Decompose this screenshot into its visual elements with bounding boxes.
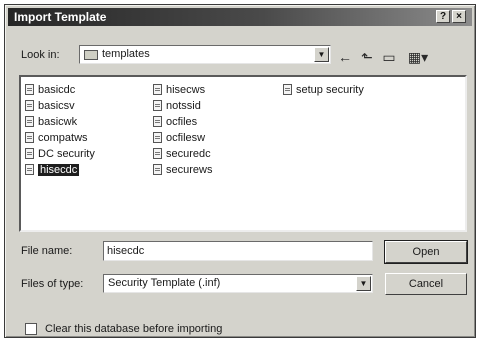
files-of-type-dropdown[interactable]: Security Template (.inf) ▼ xyxy=(103,274,373,293)
open-button[interactable]: Open xyxy=(384,240,468,264)
file-item-basicwk[interactable]: basicwk xyxy=(25,115,77,130)
template-file-icon xyxy=(153,148,162,159)
template-file-icon xyxy=(25,164,34,175)
file-name-label: File name: xyxy=(21,245,73,257)
template-file-icon xyxy=(153,132,162,143)
template-file-icon xyxy=(25,84,34,95)
file-item-dc-security[interactable]: DC security xyxy=(25,147,95,162)
look-in-label: Look in: xyxy=(21,49,60,61)
file-list[interactable]: basicdc basicsv basicwk compatws DC secu… xyxy=(19,75,467,232)
files-of-type-value: Security Template (.inf) xyxy=(108,277,221,289)
clear-database-checkbox[interactable] xyxy=(25,323,37,335)
clear-database-label: Clear this database before importing xyxy=(45,323,223,335)
file-item-basicsv[interactable]: basicsv xyxy=(25,99,75,114)
dialog-title: Import Template xyxy=(14,10,107,24)
back-icon[interactable]: ← xyxy=(337,49,353,65)
look-in-dropdown[interactable]: templates ▼ xyxy=(79,45,331,64)
files-of-type-label: Files of type: xyxy=(21,278,84,290)
template-file-icon xyxy=(283,84,292,95)
template-file-icon xyxy=(153,100,162,111)
file-name-value: hisecdc xyxy=(107,245,145,257)
template-file-icon xyxy=(153,116,162,127)
file-name-input[interactable]: hisecdc xyxy=(103,241,373,261)
title-bar[interactable]: Import Template ? × xyxy=(8,8,472,26)
file-item-compatws[interactable]: compatws xyxy=(25,131,88,146)
chevron-down-icon[interactable]: ▼ xyxy=(314,47,329,62)
look-in-value: templates xyxy=(102,48,150,60)
template-file-icon xyxy=(25,132,34,143)
close-button[interactable]: × xyxy=(452,10,466,23)
new-folder-icon[interactable]: ▭ xyxy=(381,49,397,65)
template-file-icon xyxy=(153,164,162,175)
file-item-basicdc[interactable]: basicdc xyxy=(25,83,75,98)
file-item-setup-security[interactable]: setup security xyxy=(283,83,364,98)
help-button[interactable]: ? xyxy=(436,10,450,23)
file-item-ocfilesw[interactable]: ocfilesw xyxy=(153,131,205,146)
template-file-icon xyxy=(25,148,34,159)
file-item-securedc[interactable]: securedc xyxy=(153,147,211,162)
file-item-ocfiles[interactable]: ocfiles xyxy=(153,115,197,130)
template-file-icon xyxy=(25,116,34,127)
folder-icon xyxy=(84,50,98,60)
template-file-icon xyxy=(153,84,162,95)
file-item-securews[interactable]: securews xyxy=(153,163,212,178)
cancel-button[interactable]: Cancel xyxy=(385,273,467,295)
import-template-dialog: Import Template ? × Look in: templates ▼… xyxy=(4,4,476,338)
file-item-hisecws[interactable]: hisecws xyxy=(153,83,205,98)
views-menu-icon[interactable]: ▦▾ xyxy=(405,49,431,65)
up-folder-icon[interactable]: ⬑ xyxy=(359,49,375,65)
chevron-down-icon[interactable]: ▼ xyxy=(356,276,371,291)
file-item-hisecdc[interactable]: hisecdc xyxy=(25,163,80,178)
template-file-icon xyxy=(25,100,34,111)
file-item-notssid[interactable]: notssid xyxy=(153,99,201,114)
